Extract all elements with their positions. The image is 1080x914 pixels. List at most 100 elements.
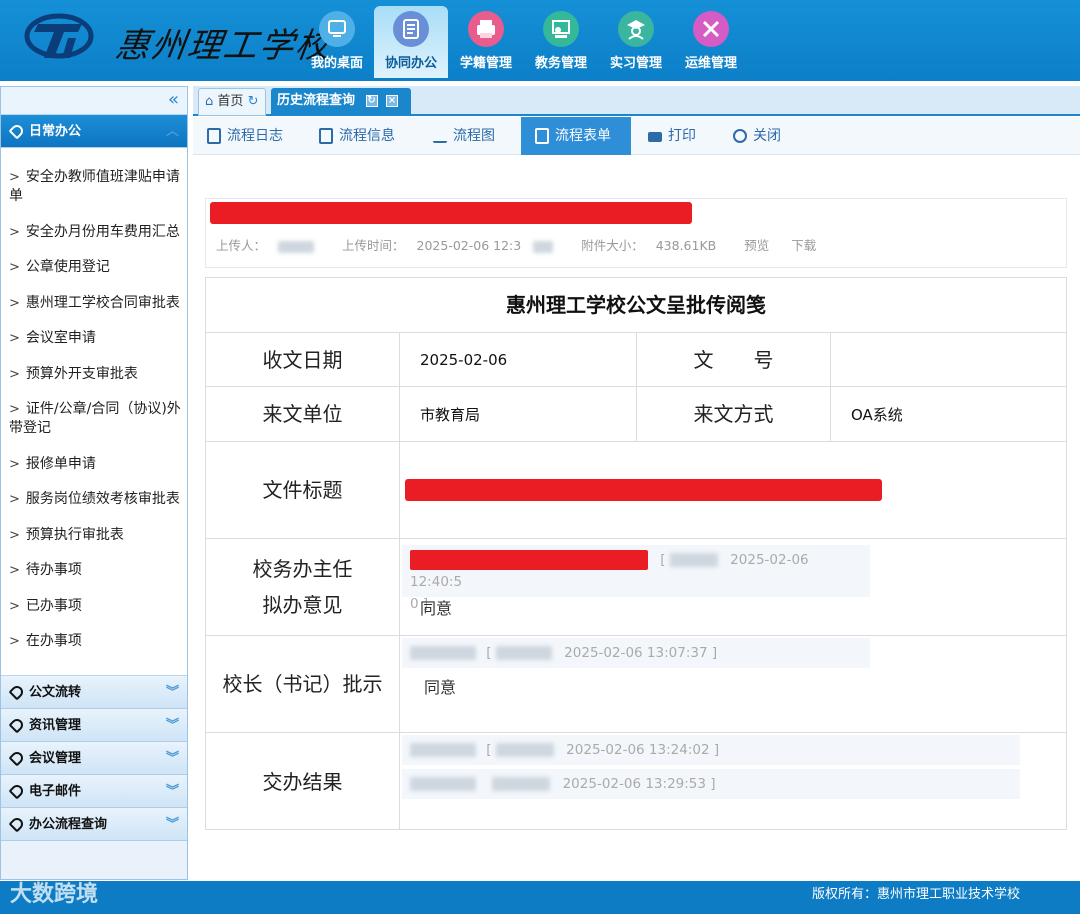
process-info-button[interactable]: 流程信息 — [305, 117, 417, 155]
result-entry: 2025-02-06 13:29:53 ] — [402, 769, 1020, 799]
form-row: 收文日期 2025-02-06 文 号 — [206, 333, 1066, 387]
tab-history-query[interactable]: 历史流程查询 ↻ × — [271, 88, 411, 116]
document-icon — [393, 11, 429, 47]
nav-my-desktop[interactable]: 我的桌面 — [300, 6, 374, 78]
school-emblem-icon — [24, 13, 94, 59]
sidebar-item[interactable]: > 在办事项 — [1, 632, 187, 651]
nav-internship[interactable]: 实习管理 — [599, 6, 673, 78]
redacted-name — [669, 553, 718, 567]
sidebar-item-label: 惠州理工学校合同审批表 — [25, 294, 180, 311]
redacted-name — [278, 240, 315, 253]
close-button[interactable]: 关闭 — [719, 117, 799, 155]
tag-icon — [8, 716, 26, 734]
sidebar-group-email[interactable]: 电子邮件 ︾ — [1, 775, 187, 808]
top-header: 惠州理工学校 我的桌面 协同办公 学籍管理 教务管理 实习管理 运维管理 — [0, 0, 1080, 81]
redacted-name — [410, 777, 476, 791]
sidebar-item[interactable]: > 安全办月份用车费用汇总 — [1, 223, 187, 242]
chevron-down-icon: ︾ — [165, 751, 179, 766]
refresh-icon[interactable]: ↻ — [248, 94, 259, 109]
result-entry: [ 2025-02-06 13:24:02 ] — [402, 735, 1020, 765]
sidebar-item-label: 已办事项 — [25, 597, 82, 614]
sidebar-item[interactable]: > 已办事项 — [1, 597, 187, 616]
nav-ops[interactable]: 运维管理 — [674, 6, 748, 78]
from-method-label: 来文方式 — [637, 387, 831, 441]
footer: 大数跨境 版权所有：惠州市理工职业技术学校 — [0, 881, 1080, 914]
chevron-up-icon: ︿ — [165, 124, 179, 139]
chevron-right-icon: > — [9, 527, 20, 543]
sidebar-group-label: 办公流程查询 — [29, 817, 108, 832]
sidebar-collapse-button[interactable]: « — [1, 87, 187, 115]
chevron-down-icon: ︾ — [165, 784, 179, 799]
result-time: 2025-02-06 13:29:53 ] — [562, 776, 716, 792]
toolbar-label: 流程表单 — [555, 128, 611, 144]
nav-collab-office[interactable]: 协同办公 — [374, 6, 448, 78]
sidebar-item-label: 服务岗位绩效考核审批表 — [25, 491, 180, 507]
teacher-board-icon — [543, 11, 579, 47]
sidebar-group-info[interactable]: 资讯管理 ︾ — [1, 709, 187, 742]
tag-icon — [8, 122, 26, 140]
tag-icon — [8, 749, 26, 767]
opinion-time: 2025-02-06 13:07:37 ] — [564, 645, 718, 661]
close-icon[interactable]: × — [386, 94, 399, 107]
preview-link[interactable]: 预览 — [744, 238, 769, 253]
size-label: 附件大小： — [581, 238, 644, 253]
download-link[interactable]: 下载 — [791, 238, 816, 253]
sidebar-group-label: 会议管理 — [29, 751, 82, 766]
print-button[interactable]: 打印 — [634, 117, 714, 155]
tab-home[interactable]: ⌂ 首页 ↻ — [198, 88, 266, 116]
clipboard-icon — [535, 128, 549, 144]
sidebar-group-label: 公文流转 — [29, 685, 82, 700]
sidebar-item[interactable]: > 服务岗位绩效考核审批表 — [1, 490, 187, 509]
opinion-entry: [ 2025-02-06 12:40:5 0 ] — [402, 545, 870, 612]
nav-student-records[interactable]: 学籍管理 — [449, 6, 523, 78]
result-label: 交办结果 — [206, 733, 400, 830]
sidebar-item[interactable]: > 预算外开支审批表 — [1, 365, 187, 384]
opinion-text: 同意 — [424, 678, 457, 697]
form-title: 惠州理工学校公文呈批传阅笺 — [206, 278, 1066, 333]
redacted-filename — [210, 202, 692, 224]
process-diagram-button[interactable]: 流程图 — [419, 117, 519, 155]
nav-academic[interactable]: 教务管理 — [524, 6, 598, 78]
sidebar-item-label: 安全办教师值班津贴申请单 — [9, 169, 180, 204]
redacted-name — [495, 743, 554, 757]
home-icon: ⌂ — [205, 94, 214, 109]
sidebar-item[interactable]: > 公章使用登记 — [1, 258, 187, 277]
tab-label: 历史流程查询 — [277, 93, 356, 108]
receive-date-label: 收文日期 — [206, 333, 400, 386]
sidebar-item-label: 会议室申请 — [25, 330, 96, 346]
chevron-right-icon: > — [9, 563, 20, 578]
tools-icon — [693, 11, 729, 47]
doc-no-label: 文 号 — [637, 333, 831, 386]
upload-time: 2025-02-06 12:3 — [416, 238, 522, 253]
sidebar-group-doc-flow[interactable]: 公文流转 ︾ — [1, 676, 187, 709]
sidebar-item[interactable]: > 报修单申请 — [1, 455, 187, 474]
sidebar-item[interactable]: > 惠州理工学校合同审批表 — [1, 294, 187, 313]
process-form-button[interactable]: 流程表单 — [521, 117, 631, 155]
sidebar-group-meeting[interactable]: 会议管理 ︾ — [1, 742, 187, 775]
sidebar-group-label: 日常办公 — [29, 124, 82, 139]
tag-icon — [8, 782, 26, 800]
sidebar-item[interactable]: > 安全办教师值班津贴申请单 — [1, 168, 187, 206]
chevron-right-icon: > — [9, 634, 20, 649]
sidebar-item[interactable]: > 证件/公章/合同（协议)外带登记 — [1, 400, 187, 438]
file-title-label: 文件标题 — [206, 442, 400, 538]
redacted-title — [405, 479, 882, 501]
student-icon — [618, 11, 654, 47]
toolbar-label: 流程日志 — [227, 128, 283, 144]
chevron-right-icon: > — [9, 492, 20, 507]
form-row: 校务办主任 拟办意见 [ 2025-02-06 12:40:5 0 ] 同意 — [206, 539, 1066, 636]
file-size: 438.61KB — [655, 238, 717, 253]
attachment-card: 上传人： 上传时间： 2025-02-06 12:3 附件大小： 438.61KB … — [205, 198, 1067, 268]
process-log-button[interactable]: 流程日志 — [193, 117, 305, 155]
refresh-icon[interactable]: ↻ — [365, 94, 378, 107]
sidebar-item[interactable]: > 待办事项 — [1, 561, 187, 580]
printer-icon — [648, 132, 662, 142]
nav-label: 实习管理 — [609, 56, 662, 71]
sidebar-group-process-query[interactable]: 办公流程查询 ︾ — [1, 808, 187, 841]
tag-icon — [8, 683, 26, 701]
sidebar-item-label: 待办事项 — [25, 562, 82, 578]
sidebar-item[interactable]: > 会议室申请 — [1, 329, 187, 348]
sidebar-item[interactable]: > 预算执行审批表 — [1, 526, 187, 545]
principal-value: [ 2025-02-06 13:07:37 ] 同意 — [400, 636, 1066, 732]
sidebar-group-daily-office[interactable]: 日常办公 ︿ — [1, 115, 187, 148]
